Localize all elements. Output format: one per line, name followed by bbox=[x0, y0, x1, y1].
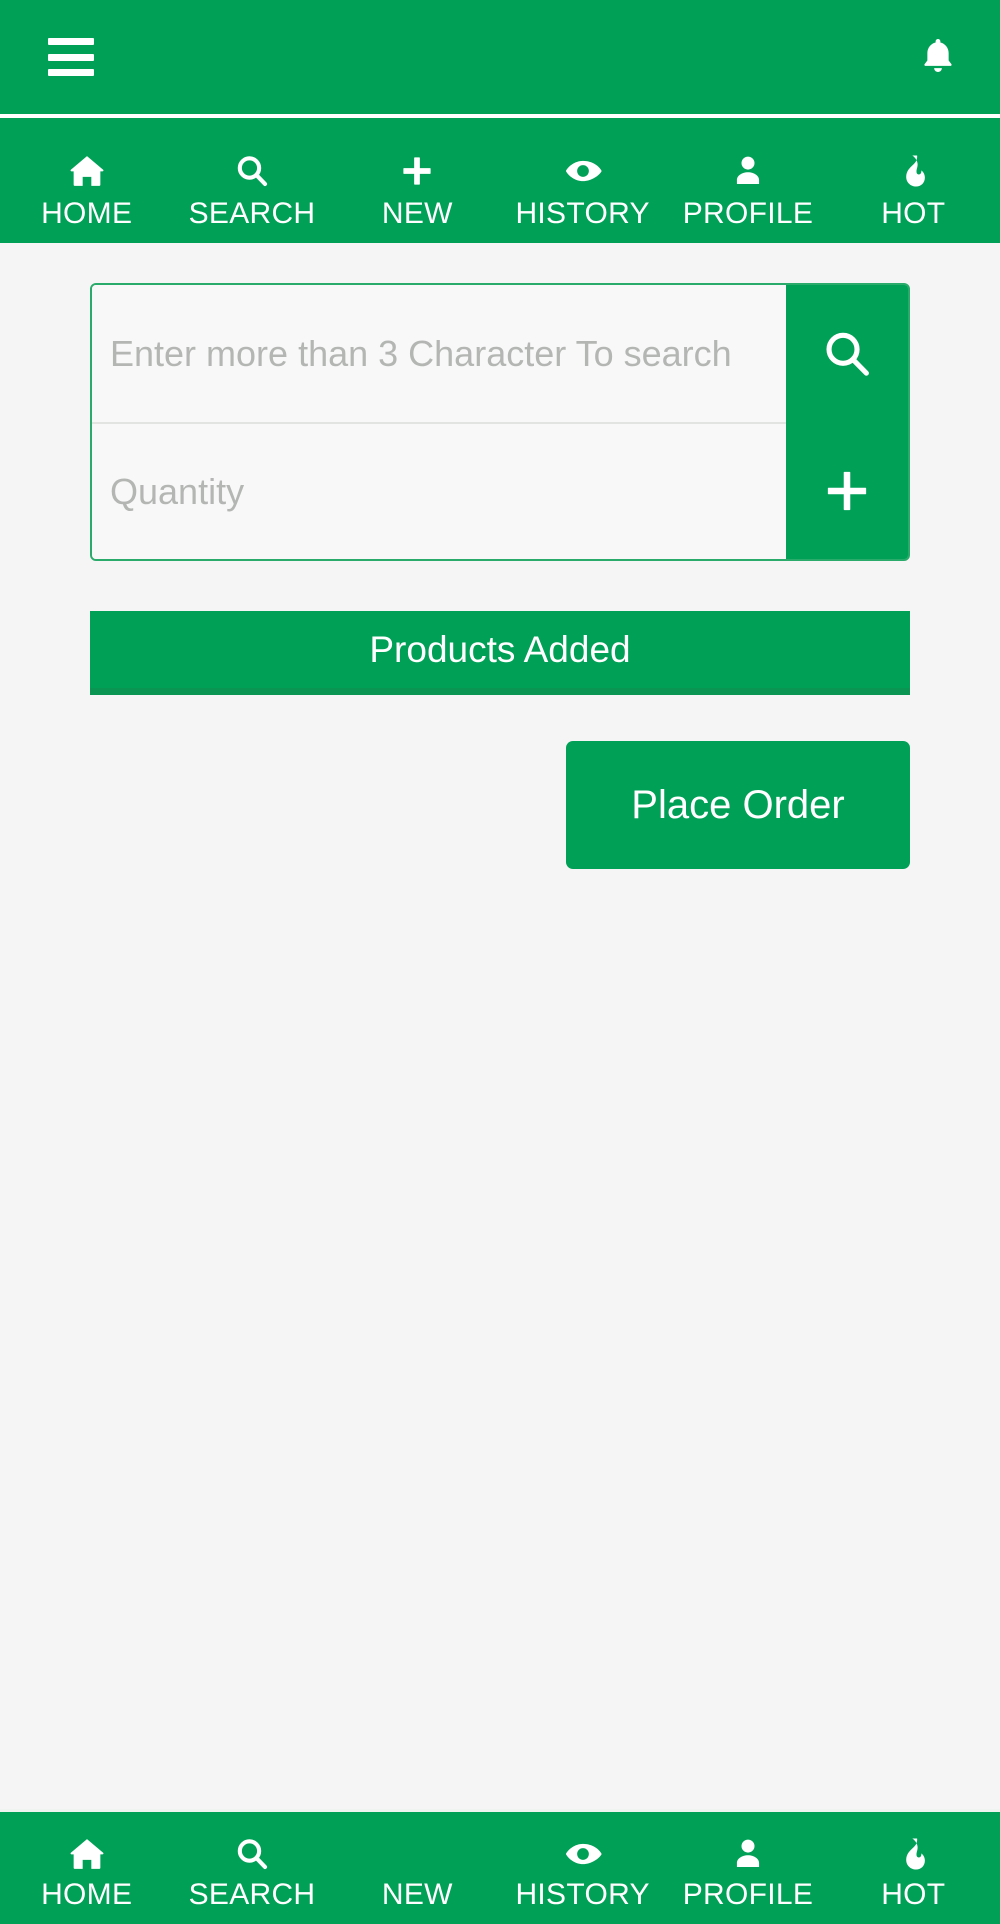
nav-item-new[interactable]: NEW bbox=[335, 151, 500, 229]
eye-icon bbox=[564, 151, 602, 191]
products-added-bar[interactable]: Products Added bbox=[90, 611, 910, 695]
nav-item-new[interactable]: NEW bbox=[335, 1834, 500, 1910]
nav-item-home[interactable]: HOME bbox=[4, 1834, 169, 1910]
nav-item-profile[interactable]: PROFILE bbox=[665, 151, 830, 229]
product-entry-group bbox=[90, 283, 910, 561]
entry-action-buttons bbox=[786, 285, 908, 559]
nav-item-home[interactable]: HOME bbox=[4, 151, 169, 229]
flame-icon bbox=[894, 1834, 932, 1874]
person-icon bbox=[729, 1834, 767, 1874]
nav-label: HOME bbox=[41, 1878, 133, 1911]
hamburger-bar bbox=[48, 38, 94, 45]
flame-icon bbox=[894, 151, 932, 191]
hamburger-bar bbox=[48, 69, 94, 76]
place-order-row: Place Order bbox=[90, 741, 910, 869]
nav-label: SEARCH bbox=[188, 197, 316, 230]
content-inner: Products Added Place Order bbox=[90, 283, 910, 869]
app-root: HOME SEARCH NEW HISTORY PROFILE HOT Ente… bbox=[0, 0, 1000, 1924]
eye-icon bbox=[564, 1834, 602, 1874]
home-icon bbox=[68, 1834, 106, 1874]
add-product-button[interactable] bbox=[786, 422, 908, 559]
quantity-field bbox=[92, 422, 786, 559]
nav-label: HOME bbox=[41, 197, 133, 230]
nav-label: PROFILE bbox=[682, 1878, 814, 1911]
nav-label: HISTORY bbox=[515, 197, 650, 230]
nav-item-history[interactable]: HISTORY bbox=[500, 151, 665, 229]
nav-item-search[interactable]: SEARCH bbox=[169, 151, 334, 229]
nav-item-hot[interactable]: HOT bbox=[831, 1834, 996, 1910]
search-icon bbox=[819, 326, 875, 382]
bell-icon[interactable] bbox=[916, 33, 960, 81]
search-icon bbox=[233, 1834, 271, 1874]
nav-item-history[interactable]: HISTORY bbox=[500, 1834, 665, 1910]
nav-label: NEW bbox=[381, 1878, 453, 1911]
home-icon bbox=[68, 151, 106, 191]
bottom-navigation-bar: HOME SEARCH NEW HISTORY PROFILE HOT bbox=[0, 1809, 1000, 1924]
nav-item-hot[interactable]: HOT bbox=[831, 151, 996, 229]
nav-label: HOT bbox=[881, 197, 946, 230]
nav-item-profile[interactable]: PROFILE bbox=[665, 1834, 830, 1910]
main-content: Products Added Place Order bbox=[0, 243, 1000, 1809]
top-navigation-bar: HOME SEARCH NEW HISTORY PROFILE HOT bbox=[0, 118, 1000, 243]
quantity-input[interactable] bbox=[110, 470, 768, 513]
nav-item-search[interactable]: SEARCH bbox=[169, 1834, 334, 1910]
input-fields bbox=[92, 285, 786, 559]
nav-label: PROFILE bbox=[682, 197, 814, 230]
search-icon bbox=[233, 151, 271, 191]
nav-label: SEARCH bbox=[188, 1878, 316, 1911]
product-search-input[interactable] bbox=[110, 332, 768, 375]
nav-label: HOT bbox=[881, 1878, 946, 1911]
person-icon bbox=[729, 151, 767, 191]
product-search-field bbox=[92, 285, 786, 422]
plus-icon bbox=[398, 151, 436, 191]
nav-label: HISTORY bbox=[515, 1878, 650, 1911]
plus-icon bbox=[819, 463, 875, 519]
app-header bbox=[0, 0, 1000, 118]
search-product-button[interactable] bbox=[786, 285, 908, 422]
hamburger-menu-icon[interactable] bbox=[48, 38, 94, 76]
place-order-button[interactable]: Place Order bbox=[566, 741, 910, 869]
nav-label: NEW bbox=[381, 197, 453, 230]
hamburger-bar bbox=[48, 53, 94, 61]
